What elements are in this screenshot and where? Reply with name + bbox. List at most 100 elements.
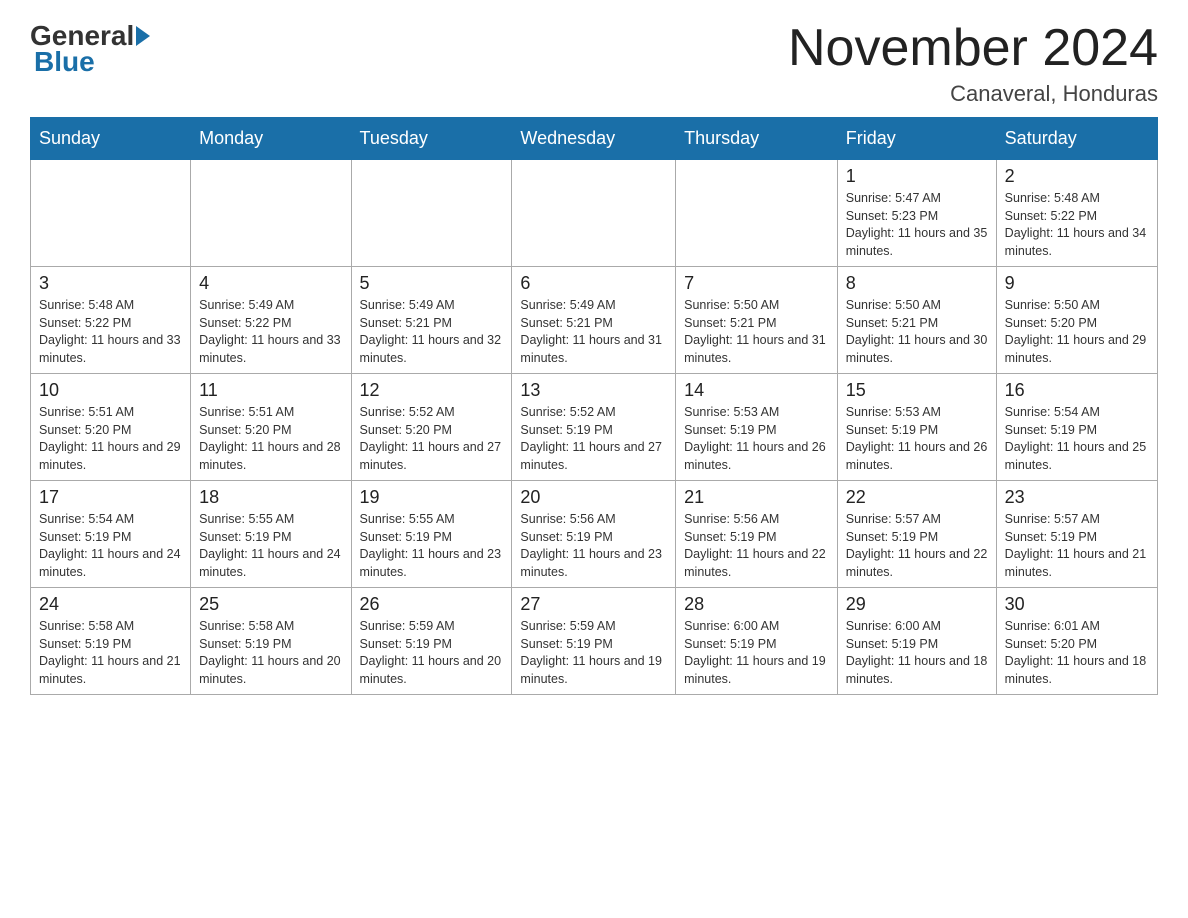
logo: General Blue [30,20,152,78]
table-row: 30Sunrise: 6:01 AMSunset: 5:20 PMDayligh… [996,588,1157,695]
logo-arrow-icon [136,26,150,46]
table-row: 23 Sunrise: 5:57 AMSunset: 5:19 PMDayligh… [996,481,1157,588]
day-info: Sunrise: 5:52 AMSunset: 5:19 PMDaylight:… [520,404,667,474]
header-sunday: Sunday [31,118,191,160]
day-info: Sunrise: 5:50 AMSunset: 5:20 PMDaylight:… [1005,297,1149,367]
page-header: General Blue November 2024 Canaveral, Ho… [30,20,1158,107]
day-info: Sunrise: 5:57 AMSunset: 5:19 PMDaylight:… [1005,511,1149,581]
table-row: 15Sunrise: 5:53 AMSunset: 5:19 PMDayligh… [837,374,996,481]
day-info: Sunrise: 5:49 AMSunset: 5:21 PMDaylight:… [360,297,504,367]
day-number: 20 [520,487,667,508]
table-row: 5 Sunrise: 5:49 AMSunset: 5:21 PMDaylight… [351,267,512,374]
table-row: 17 Sunrise: 5:54 AMSunset: 5:19 PMDayligh… [31,481,191,588]
table-row: 28Sunrise: 6:00 AMSunset: 5:19 PMDayligh… [676,588,838,695]
day-number: 19 [360,487,504,508]
table-row [31,160,191,267]
day-info: Sunrise: 5:52 AMSunset: 5:20 PMDaylight:… [360,404,504,474]
day-number: 25 [199,594,342,615]
table-row: 13 Sunrise: 5:52 AMSunset: 5:19 PMDayligh… [512,374,676,481]
day-info: Sunrise: 5:48 AMSunset: 5:22 PMDaylight:… [1005,190,1149,260]
table-row: 6 Sunrise: 5:49 AMSunset: 5:21 PMDaylight… [512,267,676,374]
calendar-week-row: 10 Sunrise: 5:51 AMSunset: 5:20 PMDayligh… [31,374,1158,481]
day-number: 12 [360,380,504,401]
day-info: Sunrise: 5:59 AMSunset: 5:19 PMDaylight:… [520,618,667,688]
day-number: 27 [520,594,667,615]
day-info: Sunrise: 5:57 AMSunset: 5:19 PMDaylight:… [846,511,988,581]
day-number: 26 [360,594,504,615]
day-number: 4 [199,273,342,294]
day-number: 8 [846,273,988,294]
table-row [191,160,351,267]
day-info: Sunrise: 5:51 AMSunset: 5:20 PMDaylight:… [39,404,182,474]
calendar-table: Sunday Monday Tuesday Wednesday Thursday… [30,117,1158,695]
day-info: Sunrise: 5:54 AMSunset: 5:19 PMDaylight:… [1005,404,1149,474]
table-row: 16 Sunrise: 5:54 AMSunset: 5:19 PMDayligh… [996,374,1157,481]
day-info: Sunrise: 6:00 AMSunset: 5:19 PMDaylight:… [684,618,829,688]
table-row: 26Sunrise: 5:59 AMSunset: 5:19 PMDayligh… [351,588,512,695]
day-number: 13 [520,380,667,401]
day-info: Sunrise: 5:49 AMSunset: 5:21 PMDaylight:… [520,297,667,367]
day-info: Sunrise: 5:54 AMSunset: 5:19 PMDaylight:… [39,511,182,581]
table-row: 20Sunrise: 5:56 AMSunset: 5:19 PMDayligh… [512,481,676,588]
table-row: 1 Sunrise: 5:47 AMSunset: 5:23 PMDaylight… [837,160,996,267]
day-info: Sunrise: 5:53 AMSunset: 5:19 PMDaylight:… [846,404,988,474]
table-row: 25 Sunrise: 5:58 AMSunset: 5:19 PMDayligh… [191,588,351,695]
day-number: 23 [1005,487,1149,508]
calendar-week-row: 17 Sunrise: 5:54 AMSunset: 5:19 PMDayligh… [31,481,1158,588]
header-monday: Monday [191,118,351,160]
day-number: 22 [846,487,988,508]
table-row: 19 Sunrise: 5:55 AMSunset: 5:19 PMDayligh… [351,481,512,588]
table-row: 11 Sunrise: 5:51 AMSunset: 5:20 PMDayligh… [191,374,351,481]
table-row: 21 Sunrise: 5:56 AMSunset: 5:19 PMDayligh… [676,481,838,588]
table-row: 12 Sunrise: 5:52 AMSunset: 5:20 PMDayligh… [351,374,512,481]
calendar-header-row: Sunday Monday Tuesday Wednesday Thursday… [31,118,1158,160]
day-number: 21 [684,487,829,508]
header-saturday: Saturday [996,118,1157,160]
day-info: Sunrise: 5:55 AMSunset: 5:19 PMDaylight:… [199,511,342,581]
day-info: Sunrise: 5:56 AMSunset: 5:19 PMDaylight:… [684,511,829,581]
day-number: 30 [1005,594,1149,615]
table-row [512,160,676,267]
table-row: 18Sunrise: 5:55 AMSunset: 5:19 PMDayligh… [191,481,351,588]
day-number: 3 [39,273,182,294]
day-info: Sunrise: 5:50 AMSunset: 5:21 PMDaylight:… [846,297,988,367]
day-number: 6 [520,273,667,294]
month-title: November 2024 [788,20,1158,77]
day-info: Sunrise: 5:53 AMSunset: 5:19 PMDaylight:… [684,404,829,474]
table-row: 10 Sunrise: 5:51 AMSunset: 5:20 PMDayligh… [31,374,191,481]
day-number: 11 [199,380,342,401]
table-row: 14Sunrise: 5:53 AMSunset: 5:19 PMDayligh… [676,374,838,481]
day-number: 17 [39,487,182,508]
calendar-week-row: 24 Sunrise: 5:58 AMSunset: 5:19 PMDayligh… [31,588,1158,695]
table-row: 7 Sunrise: 5:50 AMSunset: 5:21 PMDaylight… [676,267,838,374]
day-number: 5 [360,273,504,294]
day-info: Sunrise: 5:51 AMSunset: 5:20 PMDaylight:… [199,404,342,474]
table-row: 24Sunrise: 5:58 AMSunset: 5:19 PMDayligh… [31,588,191,695]
day-number: 1 [846,166,988,187]
day-info: Sunrise: 5:55 AMSunset: 5:19 PMDaylight:… [360,511,504,581]
calendar-week-row: 1 Sunrise: 5:47 AMSunset: 5:23 PMDaylight… [31,160,1158,267]
table-row: 9 Sunrise: 5:50 AMSunset: 5:20 PMDaylight… [996,267,1157,374]
day-number: 7 [684,273,829,294]
day-number: 29 [846,594,988,615]
title-area: November 2024 Canaveral, Honduras [788,20,1158,107]
day-number: 2 [1005,166,1149,187]
day-number: 24 [39,594,182,615]
day-info: Sunrise: 5:50 AMSunset: 5:21 PMDaylight:… [684,297,829,367]
location-title: Canaveral, Honduras [788,81,1158,107]
day-number: 10 [39,380,182,401]
day-info: Sunrise: 5:49 AMSunset: 5:22 PMDaylight:… [199,297,342,367]
table-row: 2 Sunrise: 5:48 AMSunset: 5:22 PMDaylight… [996,160,1157,267]
day-info: Sunrise: 5:48 AMSunset: 5:22 PMDaylight:… [39,297,182,367]
table-row: 3 Sunrise: 5:48 AMSunset: 5:22 PMDaylight… [31,267,191,374]
table-row: 22 Sunrise: 5:57 AMSunset: 5:19 PMDayligh… [837,481,996,588]
day-number: 16 [1005,380,1149,401]
day-number: 9 [1005,273,1149,294]
header-wednesday: Wednesday [512,118,676,160]
header-tuesday: Tuesday [351,118,512,160]
day-info: Sunrise: 5:58 AMSunset: 5:19 PMDaylight:… [199,618,342,688]
day-info: Sunrise: 6:00 AMSunset: 5:19 PMDaylight:… [846,618,988,688]
header-thursday: Thursday [676,118,838,160]
table-row [676,160,838,267]
day-info: Sunrise: 5:47 AMSunset: 5:23 PMDaylight:… [846,190,988,260]
